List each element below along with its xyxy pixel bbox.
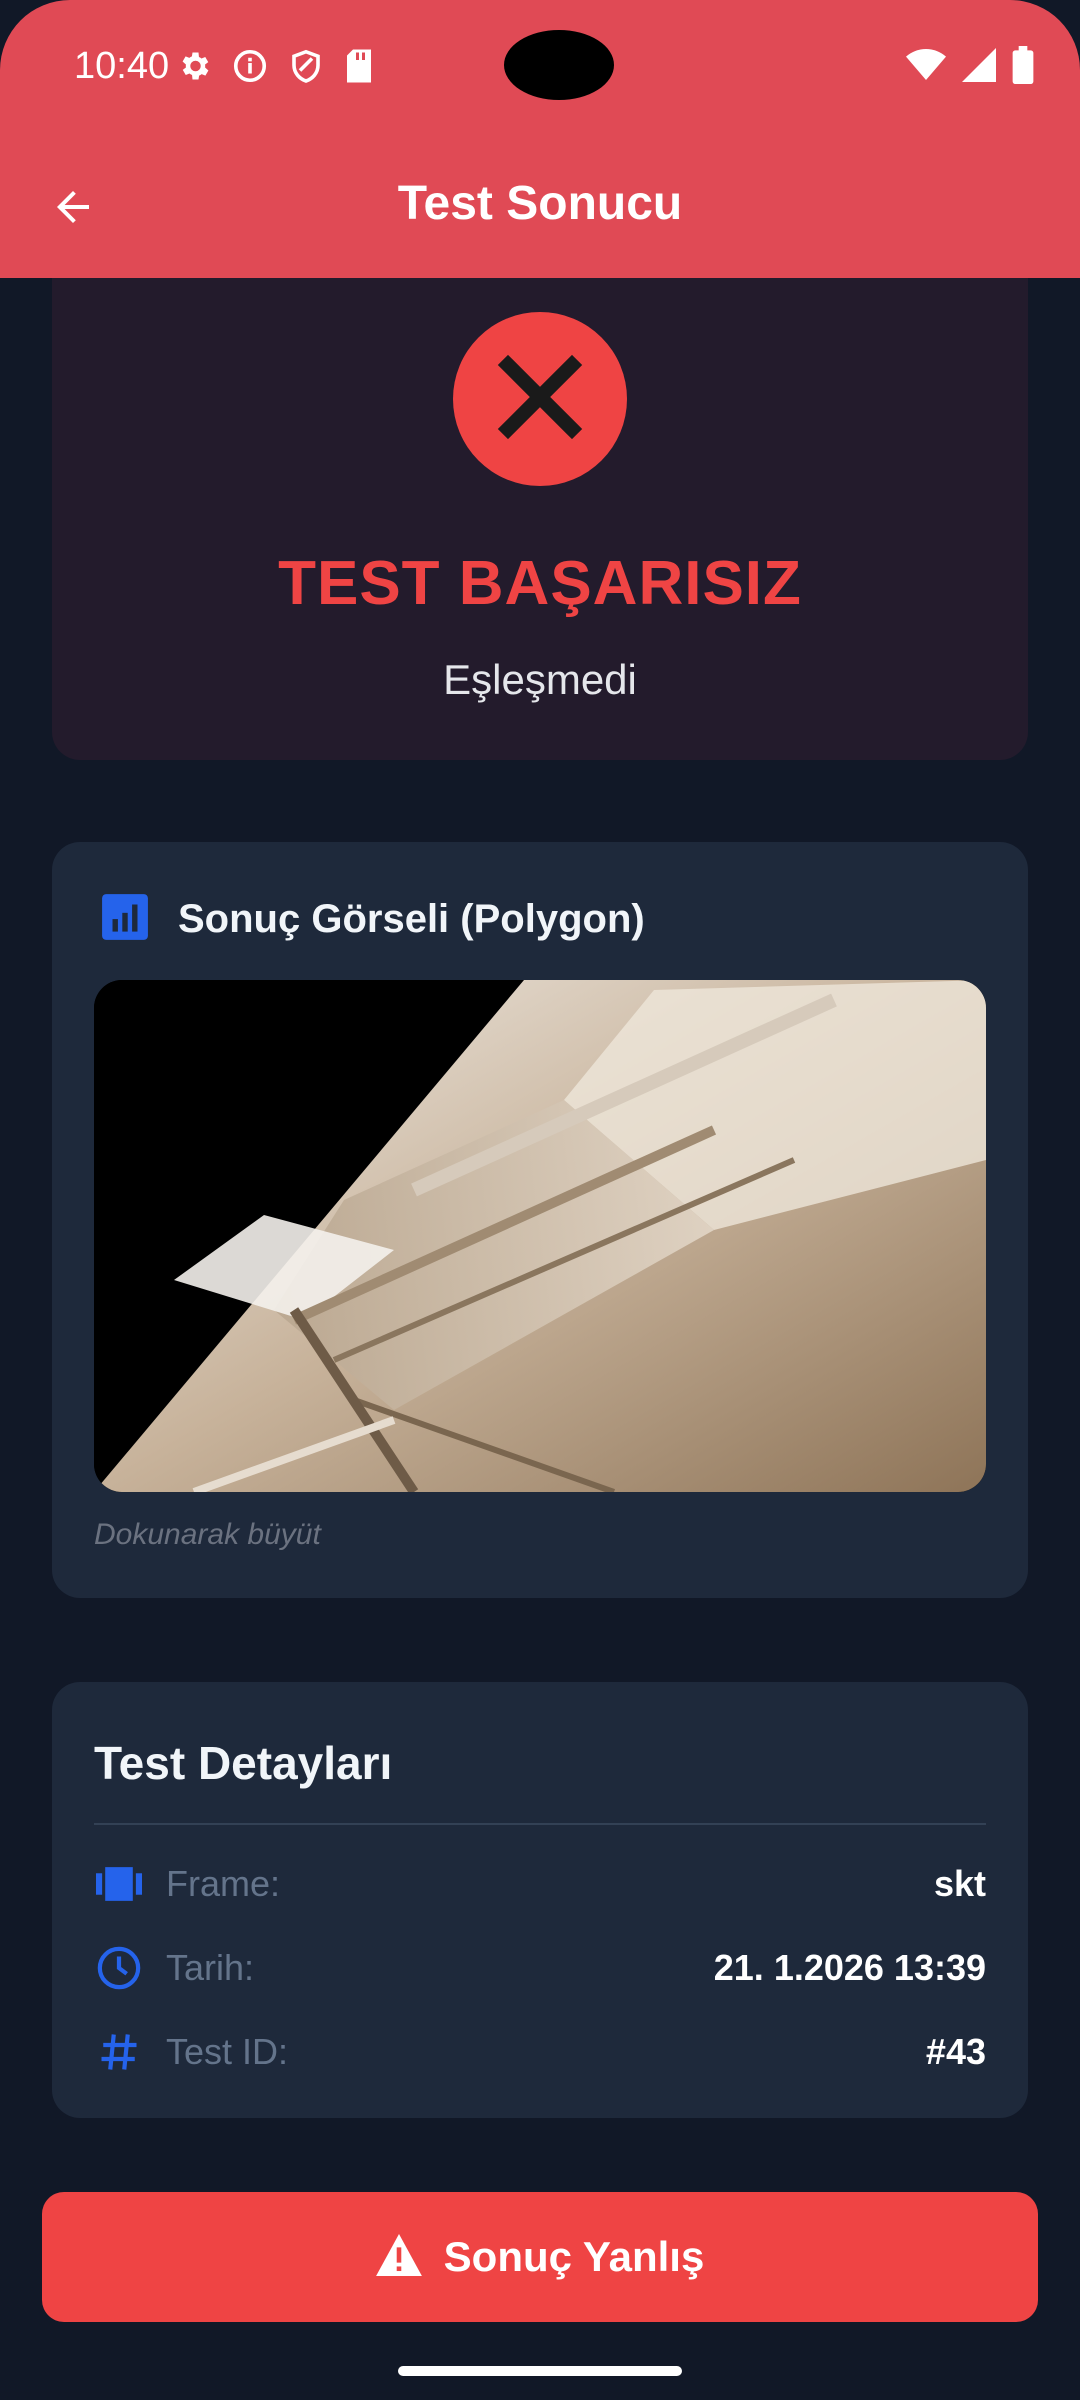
wrong-result-button[interactable]: Sonuç Yanlış — [42, 2192, 1038, 2322]
detail-label: Tarih: — [166, 1947, 255, 1988]
result-title: TEST BAŞARISIZ — [278, 549, 802, 618]
result-image-card: Sonuç Görseli (Polygon) Dokunarak büyüt — [52, 842, 1028, 1598]
detail-row-date: Tarih: 21. 1.2026 13:39 — [94, 1938, 986, 1998]
info-icon — [232, 48, 268, 89]
detail-label: Test ID: — [166, 2031, 289, 2072]
test-details-card: Test Detayları Frame: skt Tarih: 21. 1.2… — [52, 1682, 1028, 2118]
camera-cutout — [504, 30, 614, 100]
wifi-icon — [906, 48, 946, 87]
bar-chart-icon — [100, 892, 150, 947]
result-card: TEST BAŞARISIZ Eşleşmedi — [52, 278, 1028, 760]
clock-icon — [94, 1943, 144, 1993]
settings-icon — [176, 48, 212, 89]
detail-row-frame: Frame: skt — [94, 1854, 986, 1914]
detail-value: skt — [933, 1863, 986, 1904]
result-status-circle — [453, 312, 627, 486]
polygon-image-render — [94, 980, 986, 1492]
image-card-title: Sonuç Görseli (Polygon) — [178, 897, 645, 941]
detail-value: 21. 1.2026 13:39 — [713, 1947, 986, 1988]
image-card-header: Sonuç Görseli (Polygon) — [100, 892, 645, 947]
home-indicator[interactable] — [398, 2366, 682, 2376]
wrong-result-label: Sonuç Yanlış — [443, 2233, 705, 2280]
status-bar: 10:40 — [0, 0, 1080, 130]
app-bar: Test Sonucu — [0, 130, 1080, 278]
shield-icon — [288, 48, 324, 89]
details-title: Test Detayları — [94, 1737, 393, 1789]
status-time: 10:40 — [74, 45, 170, 87]
result-polygon-image[interactable] — [94, 980, 986, 1492]
sd-card-icon — [344, 48, 374, 89]
image-caption: Dokunarak büyüt — [94, 1518, 321, 1551]
signal-icon — [962, 48, 996, 87]
warning-icon — [375, 2233, 422, 2281]
details-divider — [94, 1823, 986, 1825]
frame-icon — [94, 1859, 144, 1909]
page-title: Test Sonucu — [397, 177, 683, 230]
result-subtitle: Eşleşmedi — [443, 656, 637, 703]
detail-value: #43 — [925, 2031, 986, 2072]
battery-icon — [1012, 46, 1034, 89]
close-icon — [492, 349, 588, 450]
hash-icon — [94, 2027, 144, 2077]
detail-row-test-id: Test ID: #43 — [94, 2022, 986, 2082]
detail-label: Frame: — [166, 1863, 281, 1904]
